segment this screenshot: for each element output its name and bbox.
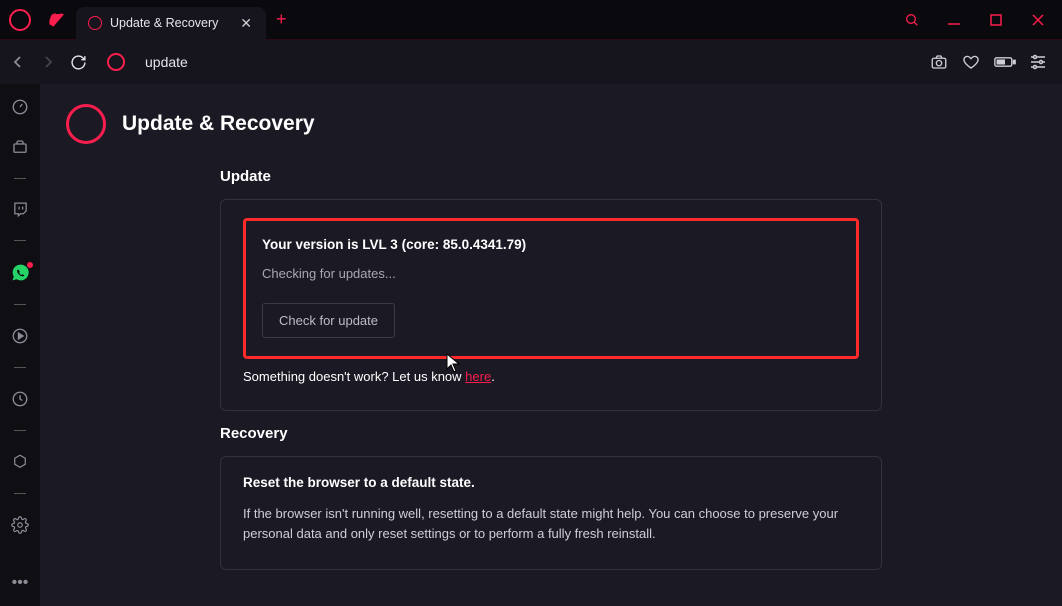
discord-button[interactable] xyxy=(40,13,76,27)
speed-dial-icon[interactable] xyxy=(11,98,29,116)
opera-icon xyxy=(107,53,125,71)
battery-icon[interactable] xyxy=(994,55,1016,69)
close-tab-icon[interactable]: ✕ xyxy=(238,15,254,32)
twitch-icon[interactable] xyxy=(12,201,29,218)
search-icon[interactable] xyxy=(900,12,924,28)
player-icon[interactable] xyxy=(11,327,29,345)
opera-logo-icon xyxy=(66,104,106,144)
version-prefix: Your version is xyxy=(262,237,359,252)
opera-menu-button[interactable] xyxy=(0,0,40,40)
sidebar: ••• xyxy=(0,84,40,606)
opera-icon xyxy=(88,16,102,30)
address-bar: update xyxy=(0,40,1062,84)
body: ••• Update & Recovery Update Your versio… xyxy=(0,84,1062,606)
more-icon[interactable]: ••• xyxy=(12,574,29,606)
recovery-reset-title: Reset the browser to a default state. xyxy=(243,475,859,490)
discord-icon xyxy=(49,13,67,27)
page-title: Update & Recovery xyxy=(122,112,315,136)
update-highlight: Your version is LVL 3 (core: 85.0.4341.7… xyxy=(243,218,859,359)
recovery-section: Recovery Reset the browser to a default … xyxy=(40,411,1062,570)
recovery-reset-desc: If the browser isn't running well, reset… xyxy=(243,504,859,543)
snapshot-icon[interactable] xyxy=(930,53,948,71)
sidebar-divider xyxy=(14,240,26,241)
sidebar-divider xyxy=(14,304,26,305)
update-section: Update Your version is LVL 3 (core: 85.0… xyxy=(40,154,1062,411)
sidebar-divider xyxy=(14,493,26,494)
minimize-button[interactable] xyxy=(942,13,966,27)
close-window-button[interactable] xyxy=(1026,13,1050,27)
version-core: (core: 85.0.4341.79) xyxy=(402,237,527,252)
content: Update & Recovery Update Your version is… xyxy=(40,84,1062,606)
history-icon[interactable] xyxy=(11,390,29,408)
recovery-heading: Recovery xyxy=(220,425,882,442)
workspaces-icon[interactable] xyxy=(11,138,29,156)
version-level: LVL 3 xyxy=(362,237,398,252)
maximize-button[interactable] xyxy=(984,14,1008,26)
titlebar-right xyxy=(900,12,1062,28)
page-header: Update & Recovery xyxy=(40,84,1062,154)
version-line: Your version is LVL 3 (core: 85.0.4341.7… xyxy=(262,237,840,252)
forward-button[interactable] xyxy=(40,54,56,70)
back-button[interactable] xyxy=(10,54,26,70)
opera-icon xyxy=(9,9,31,31)
address-text[interactable]: update xyxy=(145,54,188,70)
update-heading: Update xyxy=(220,168,882,185)
tab-title: Update & Recovery xyxy=(110,16,230,30)
feedback-link[interactable]: here xyxy=(465,369,491,384)
tab-update-recovery[interactable]: Update & Recovery ✕ xyxy=(76,7,266,40)
feedback-line: Something doesn't work? Let us know here… xyxy=(243,369,859,384)
new-tab-button[interactable]: + xyxy=(266,9,297,30)
update-card: Your version is LVL 3 (core: 85.0.4341.7… xyxy=(220,199,882,411)
sidebar-divider xyxy=(14,178,26,179)
whatsapp-icon[interactable] xyxy=(11,263,30,282)
address-right-icons xyxy=(930,53,1046,71)
feedback-prefix: Something doesn't work? Let us know xyxy=(243,369,465,384)
titlebar-left: Update & Recovery ✕ + xyxy=(0,0,297,39)
titlebar: Update & Recovery ✕ + xyxy=(0,0,1062,40)
check-for-update-button[interactable]: Check for update xyxy=(262,303,395,338)
feedback-suffix: . xyxy=(491,369,495,384)
easy-setup-icon[interactable] xyxy=(1030,54,1046,70)
settings-icon[interactable] xyxy=(11,516,29,534)
heart-icon[interactable] xyxy=(962,53,980,71)
recovery-card: Reset the browser to a default state. If… xyxy=(220,456,882,570)
update-status: Checking for updates... xyxy=(262,266,840,281)
reload-button[interactable] xyxy=(70,54,87,71)
sidebar-divider xyxy=(14,430,26,431)
mods-icon[interactable] xyxy=(11,453,29,471)
sidebar-divider xyxy=(14,367,26,368)
